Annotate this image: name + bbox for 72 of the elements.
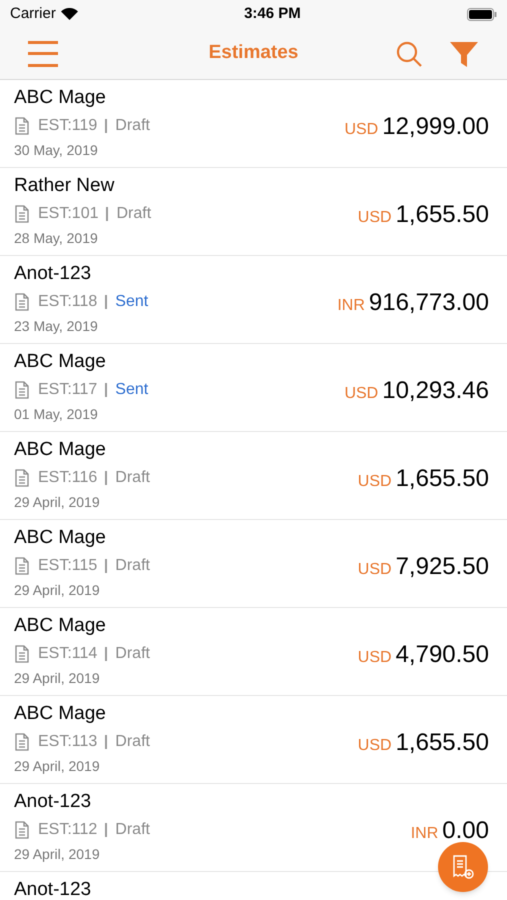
estimate-date: 29 April, 2019 <box>14 493 101 512</box>
estimate-number: EST:113 <box>38 732 98 752</box>
status-label: Sent <box>115 380 148 400</box>
estimate-number: EST:116 <box>38 468 98 488</box>
client-name: ABC Mage <box>14 614 107 638</box>
currency-code: USD <box>358 208 392 228</box>
amount: 1,655.50 <box>396 728 489 758</box>
status-label: Sent <box>115 292 148 312</box>
document-icon <box>14 557 30 575</box>
document-icon <box>14 117 30 135</box>
estimate-date: 28 May, 2019 <box>14 229 99 248</box>
currency-code: INR <box>337 296 365 316</box>
estimate-number: EST:117 <box>38 380 98 400</box>
currency-code: USD <box>344 384 378 404</box>
amount: 12,999.00 <box>382 112 489 142</box>
status-label: Draft <box>116 204 152 224</box>
currency-code: USD <box>358 648 392 668</box>
menu-icon[interactable] <box>28 40 58 66</box>
document-icon <box>14 293 30 311</box>
document-icon <box>14 645 30 663</box>
search-icon[interactable] <box>395 40 423 68</box>
client-name: ABC Mage <box>14 438 107 462</box>
estimate-date: 01 May, 2019 <box>14 405 99 424</box>
estimate-number: EST:101 <box>38 204 98 224</box>
currency-code: USD <box>358 560 392 580</box>
document-icon <box>14 205 30 223</box>
amount: 0.00 <box>442 816 489 846</box>
amount: 1,655.50 <box>396 200 489 230</box>
status-label: Draft <box>115 644 150 664</box>
status-label: Draft <box>115 116 150 136</box>
client-name: ABC Mage <box>14 86 107 110</box>
clock: 3:46 PM <box>244 4 301 24</box>
client-name: ABC Mage <box>14 702 107 726</box>
document-icon <box>14 733 30 751</box>
estimate-date: 29 April, 2019 <box>14 581 101 600</box>
client-name: ABC Mage <box>14 526 107 550</box>
client-name: Anot-123 <box>14 790 92 814</box>
document-icon <box>14 469 30 487</box>
currency-code: USD <box>344 120 378 140</box>
status-label: Draft <box>115 468 150 488</box>
currency-code: USD <box>358 736 392 756</box>
estimate-date: 23 May, 2019 <box>14 317 99 336</box>
status-label: Draft <box>115 820 150 840</box>
estimate-date: 29 April, 2019 <box>14 669 101 688</box>
document-icon <box>14 821 30 839</box>
estimate-number: EST:118 <box>38 292 98 312</box>
estimate-date: 29 April, 2019 <box>14 845 101 864</box>
client-name: Rather New <box>14 174 116 198</box>
document-icon <box>14 381 30 399</box>
amount: 916,773.00 <box>368 288 489 318</box>
receipt-add-icon <box>451 854 475 880</box>
currency-code: USD <box>358 472 392 492</box>
client-name: ABC Mage <box>14 350 107 374</box>
battery-icon <box>466 8 497 20</box>
estimate-number: EST:114 <box>38 644 98 664</box>
wifi-icon <box>60 8 78 20</box>
currency-code: INR <box>410 824 438 844</box>
estimate-date: 29 April, 2019 <box>14 757 101 776</box>
estimate-number: EST:115 <box>38 556 98 576</box>
screen-title: Estimates <box>208 41 298 66</box>
estimate-number: EST:119 <box>38 116 98 136</box>
status-label: Draft <box>115 556 150 576</box>
amount: 7,925.50 <box>396 552 489 582</box>
client-name: Anot-123 <box>14 262 92 286</box>
estimate-number: EST:112 <box>38 820 98 840</box>
carrier-label: Carrier <box>10 4 56 24</box>
estimate-date: 30 May, 2019 <box>14 141 99 160</box>
amount: 4,790.50 <box>396 640 489 670</box>
amount: 10,293.46 <box>382 376 489 406</box>
client-name: Anot-123 <box>14 879 92 900</box>
status-label: Draft <box>115 732 150 752</box>
amount: 1,655.50 <box>396 464 489 494</box>
